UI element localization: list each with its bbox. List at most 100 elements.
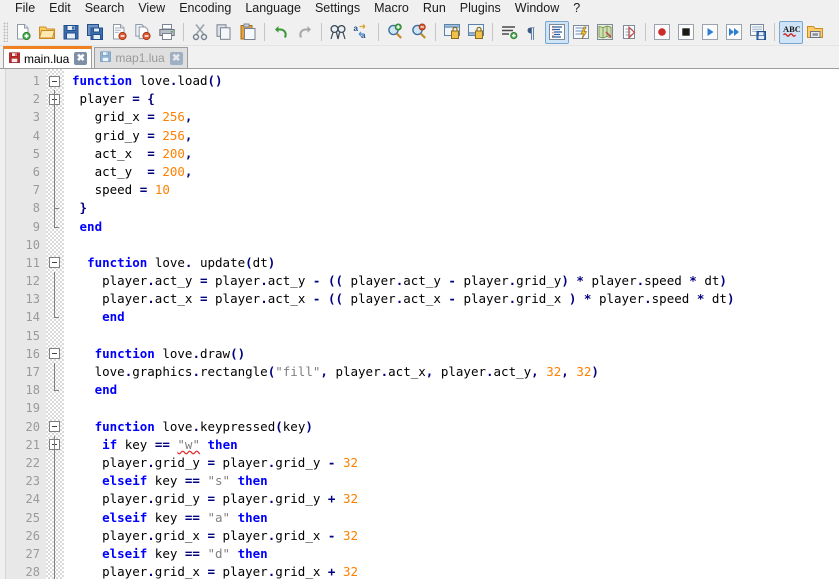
close-icon[interactable]: ✖ — [169, 51, 183, 65]
save-all-icon[interactable] — [83, 21, 107, 44]
fold-marker-row[interactable] — [46, 435, 64, 454]
code-line[interactable]: function love. update(dt) — [72, 254, 839, 272]
code-line[interactable]: player.act_x = player.act_x - (( player.… — [72, 290, 839, 308]
code-line[interactable] — [72, 399, 839, 417]
toolbar-drag-handle[interactable] — [3, 22, 8, 42]
fold-marker-row[interactable] — [46, 345, 64, 363]
document-map-icon[interactable] — [593, 21, 617, 44]
menu-item-plugins[interactable]: Plugins — [453, 0, 508, 18]
code-line[interactable]: } — [72, 199, 839, 217]
code-line[interactable]: love.graphics.rectangle("fill", player.a… — [72, 363, 839, 381]
code-line[interactable]: player.act_y = player.act_y - (( player.… — [72, 272, 839, 290]
run-macro-multiple-icon[interactable] — [722, 21, 746, 44]
string-literal: "s" — [207, 473, 231, 489]
fold-guide-line — [54, 108, 55, 127]
menu-item-edit[interactable]: Edit — [42, 0, 78, 18]
copy-icon[interactable] — [212, 21, 236, 44]
menu-item-macro[interactable]: Macro — [367, 0, 416, 18]
menu-item-run[interactable]: Run — [416, 0, 453, 18]
close-all-icon[interactable] — [131, 21, 155, 44]
tab-main-lua[interactable]: main.lua ✖ — [3, 46, 93, 68]
code-line[interactable]: player.grid_x = player.grid_x + 32 — [72, 563, 839, 579]
code-line[interactable] — [72, 327, 839, 345]
folder-as-workspace-icon[interactable] — [803, 21, 827, 44]
zoom-out-icon[interactable] — [407, 21, 431, 44]
fold-marker-row — [46, 453, 64, 473]
menu-item-help[interactable]: ? — [566, 0, 587, 18]
code-line[interactable]: end — [72, 308, 839, 326]
menu-item-file[interactable]: File — [8, 0, 42, 18]
sync-vertical-scroll-icon[interactable] — [440, 21, 464, 44]
save-icon[interactable] — [59, 21, 83, 44]
fold-collapse-icon[interactable] — [49, 421, 60, 433]
code-line[interactable]: player.grid_y = player.grid_y + 32 — [72, 490, 839, 508]
spell-check-icon[interactable]: ABC — [779, 20, 803, 44]
code-line[interactable]: end — [72, 218, 839, 236]
sync-horizontal-scroll-icon[interactable] — [464, 21, 488, 44]
menu-item-language[interactable]: Language — [238, 0, 308, 18]
code-line[interactable]: elseif key == "d" then — [72, 545, 839, 563]
fold-marker-row[interactable] — [46, 90, 64, 109]
tab-map1-lua[interactable]: map1.lua ✖ — [94, 47, 188, 68]
user-defined-language-icon[interactable] — [569, 21, 593, 44]
fold-marker-row[interactable] — [46, 254, 64, 272]
code-line[interactable] — [72, 236, 839, 254]
fold-marker-row[interactable] — [46, 418, 64, 436]
menu-item-window[interactable]: Window — [508, 0, 566, 18]
zoom-in-icon[interactable] — [383, 21, 407, 44]
identifier: key — [282, 418, 306, 434]
close-file-icon[interactable] — [107, 21, 131, 44]
fold-collapse-icon[interactable] — [49, 348, 60, 360]
code-line[interactable]: act_x = 200, — [72, 145, 839, 163]
code-text-area[interactable]: function love.load() player = { grid_x =… — [64, 69, 839, 579]
menu-item-view[interactable]: View — [131, 0, 172, 18]
new-file-icon[interactable] — [11, 21, 35, 44]
fold-collapse-icon[interactable] — [49, 75, 60, 87]
find-icon[interactable] — [326, 21, 350, 44]
redo-icon[interactable] — [293, 21, 317, 44]
code-line[interactable]: function love.keypressed(key) — [72, 418, 839, 436]
identifier: grid_x — [94, 109, 140, 125]
indent-guide-icon[interactable] — [545, 20, 569, 44]
fold-guide-line — [54, 162, 55, 182]
identifier: player — [463, 273, 509, 289]
fold-marker-row — [46, 472, 64, 491]
code-line[interactable]: function love.draw() — [72, 345, 839, 363]
close-icon[interactable]: ✖ — [74, 52, 88, 65]
line-number: 17 — [25, 365, 40, 379]
code-line[interactable]: elseif key == "s" then — [72, 472, 839, 490]
code-line[interactable]: player.grid_y = player.grid_y - 32 — [72, 454, 839, 472]
function-list-icon[interactable] — [617, 21, 641, 44]
menu-item-search[interactable]: Search — [78, 0, 132, 18]
menu-item-settings[interactable]: Settings — [308, 0, 367, 18]
fold-margin[interactable] — [46, 69, 64, 579]
code-line[interactable]: grid_y = 256, — [72, 127, 839, 145]
code-line[interactable]: end — [72, 381, 839, 399]
record-macro-icon[interactable] — [650, 21, 674, 44]
code-line[interactable]: grid_x = 256, — [72, 108, 839, 126]
play-macro-icon[interactable] — [698, 21, 722, 44]
open-file-icon[interactable] — [35, 21, 59, 44]
show-all-characters-icon[interactable]: ¶ — [521, 21, 545, 44]
code-line[interactable]: player.grid_x = player.grid_x - 32 — [72, 527, 839, 545]
print-icon[interactable] — [155, 21, 179, 44]
word-wrap-icon[interactable] — [497, 21, 521, 44]
code-line[interactable]: act_y = 200, — [72, 163, 839, 181]
fold-marker-row[interactable] — [46, 72, 64, 90]
code-line[interactable]: player = { — [72, 90, 839, 108]
code-line[interactable]: function love.load() — [72, 72, 839, 90]
paste-icon[interactable] — [236, 21, 260, 44]
undo-icon[interactable] — [269, 21, 293, 44]
code-line[interactable]: if key == "w" then — [72, 436, 839, 454]
code-editor[interactable]: 1 2 3 4 5 6 7 8 9 10 11 12 13 14 15 16 17 18 19 20 21 22 23 24 2… — [0, 69, 839, 579]
save-macro-icon[interactable] — [746, 21, 770, 44]
stop-macro-icon[interactable] — [674, 21, 698, 44]
cut-icon[interactable] — [188, 21, 212, 44]
replace-icon[interactable]: a a — [350, 21, 374, 44]
code-line[interactable]: speed = 10 — [72, 181, 839, 199]
operator: (( — [327, 273, 344, 289]
code-line[interactable]: elseif key == "a" then — [72, 509, 839, 527]
fold-collapse-icon[interactable] — [49, 257, 60, 269]
number-literal: 32 — [342, 454, 359, 470]
menu-item-encoding[interactable]: Encoding — [172, 0, 238, 18]
